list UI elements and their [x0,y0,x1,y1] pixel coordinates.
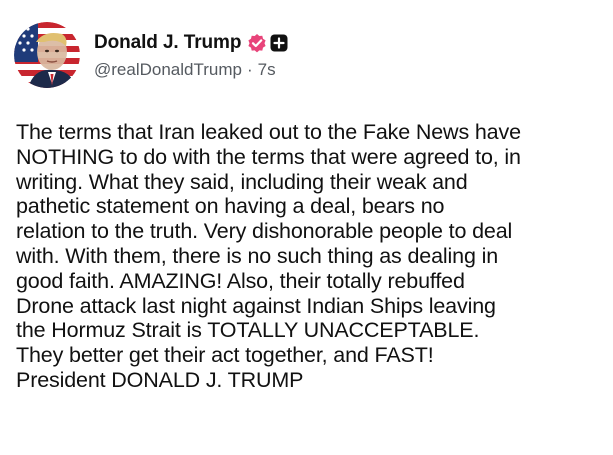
name-row: Donald J. Trump [94,30,289,56]
post-line: writing. What they said, including their… [16,169,468,194]
post-line: the Hormuz Strait is TOTALLY UNACCEPTABL… [16,318,480,343]
post-line: They better get their act together, and … [16,343,434,368]
handle[interactable]: @realDonaldTrump [94,60,242,80]
post-line: President DONALD J. TRUMP [16,367,304,392]
avatar[interactable] [14,22,80,88]
post-line: with. With them, there is no such thing … [16,243,499,268]
avatar-image [14,22,80,88]
author-info: Donald J. Trump @realDonaldTrump · 7s [94,30,289,80]
verified-check-icon [247,33,267,53]
plus-badge-icon [269,33,289,53]
meta-row: @realDonaldTrump · 7s [94,60,289,80]
post-line: good faith. AMAZING! Also, their totally… [16,268,465,293]
post-card: Donald J. Trump @realDonaldTrump · 7s Th… [0,0,613,455]
separator: · [246,60,253,79]
post-line: Drone attack last night against Indian S… [16,293,496,318]
display-name[interactable]: Donald J. Trump [94,32,241,54]
post-line: NOTHING to do with the terms that were a… [16,144,521,169]
timestamp[interactable]: 7s [258,60,276,80]
post-body: The terms that Iran leaked out to the Fa… [16,120,612,393]
post-header: Donald J. Trump @realDonaldTrump · 7s [14,20,289,90]
post-line: The terms that Iran leaked out to the Fa… [16,120,521,144]
post-line: relation to the truth. Very dishonorable… [16,219,513,244]
post-line: pathetic statement on having a deal, bea… [16,194,445,219]
